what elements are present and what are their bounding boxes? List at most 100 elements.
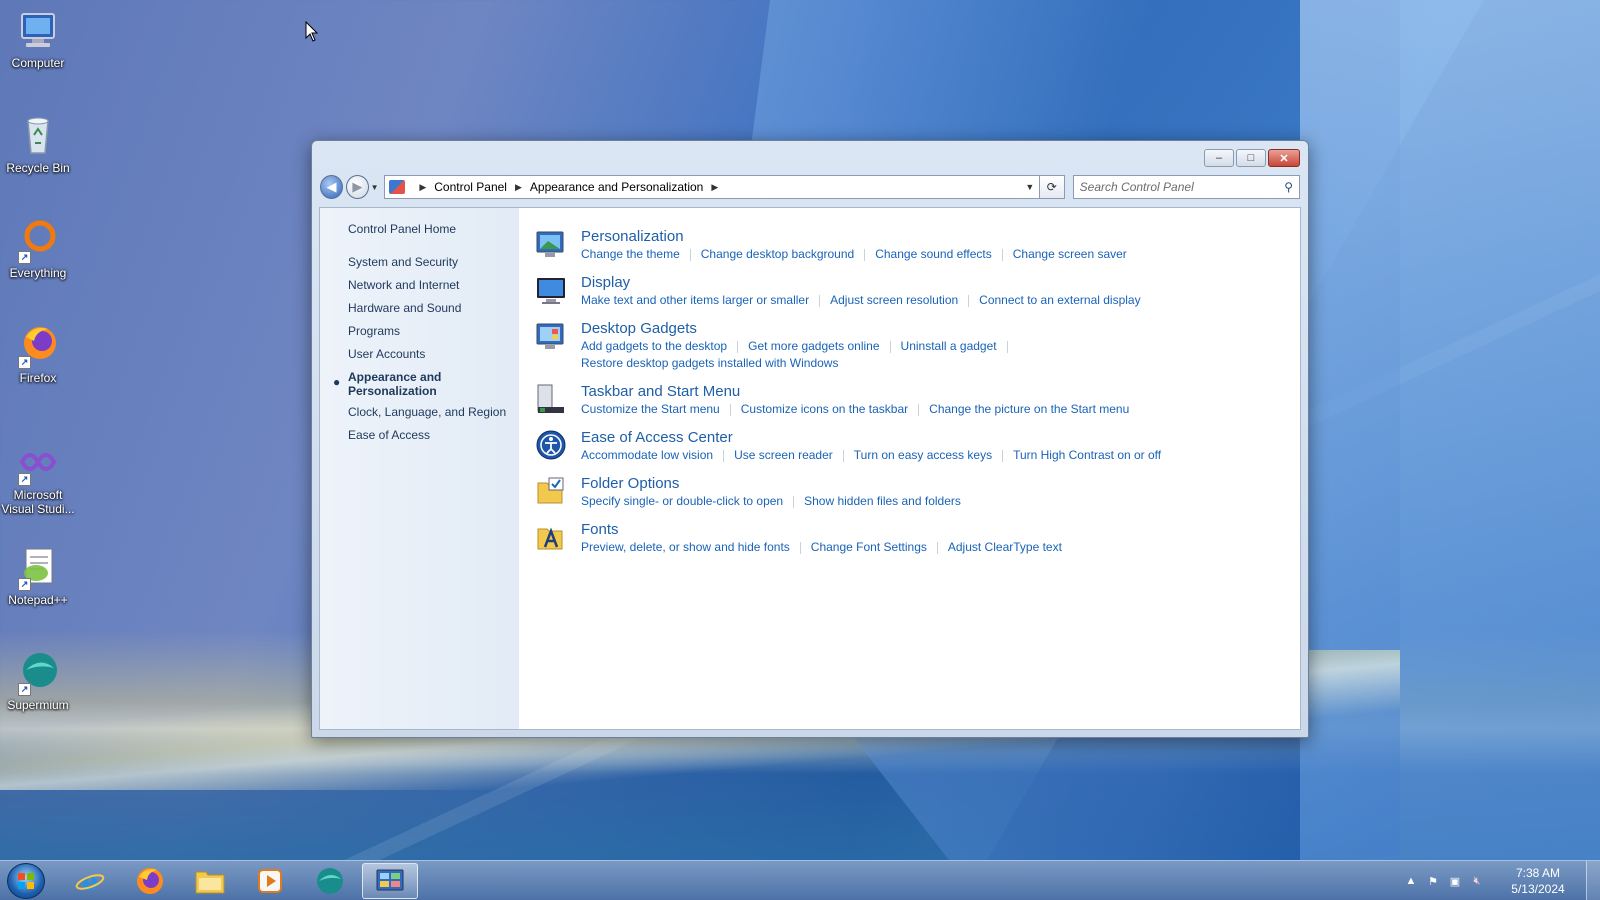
navigation-bar: ◀ ▶ ▼ ▶ Control Panel ▶ Appearance and P… xyxy=(320,173,1300,201)
link-connect-external-display[interactable]: Connect to an external display xyxy=(979,293,1140,307)
fonts-title-link[interactable]: Fonts xyxy=(581,521,619,538)
notepad-plus-plus-icon: ↗ xyxy=(16,545,60,591)
desktop-icon-label: Recycle Bin xyxy=(6,161,70,175)
sidebar-item-programs[interactable]: Programs xyxy=(348,324,400,338)
display-title-link[interactable]: Display xyxy=(581,274,630,291)
start-button[interactable] xyxy=(7,863,45,899)
sidebar-item-system-security[interactable]: System and Security xyxy=(348,255,458,269)
address-bar[interactable]: ▶ Control Panel ▶ Appearance and Persona… xyxy=(384,175,1040,199)
link-uninstall-gadget[interactable]: Uninstall a gadget xyxy=(901,339,997,353)
control-panel-icon xyxy=(389,180,406,194)
show-desktop-button[interactable] xyxy=(1586,861,1600,900)
visual-studio-icon: ↗ xyxy=(16,440,60,486)
breadcrumb-chevron-icon[interactable]: ▶ xyxy=(515,182,522,193)
link-customize-taskbar-icons[interactable]: Customize icons on the taskbar xyxy=(741,402,908,416)
taskbar-file-explorer[interactable] xyxy=(182,863,238,899)
clock[interactable]: 7:38 AM 5/13/2024 xyxy=(1494,865,1582,897)
search-input[interactable] xyxy=(1079,180,1285,194)
link-change-desktop-background[interactable]: Change desktop background xyxy=(701,247,854,261)
everything-icon: ↗ xyxy=(16,218,60,264)
forward-button[interactable]: ▶ xyxy=(345,175,369,199)
breadcrumb-appearance-personalization[interactable]: Appearance and Personalization xyxy=(530,180,703,194)
display-links: Make text and other items larger or smal… xyxy=(581,293,1141,307)
recent-pages-dropdown[interactable]: ▼ xyxy=(369,183,380,192)
breadcrumb-chevron-icon[interactable]: ▶ xyxy=(419,182,426,193)
sidebar-item-network-internet[interactable]: Network and Internet xyxy=(348,278,459,292)
link-change-start-menu-picture[interactable]: Change the picture on the Start menu xyxy=(929,402,1129,416)
link-change-screen-saver[interactable]: Change screen saver xyxy=(1013,247,1127,261)
taskbar-icon[interactable] xyxy=(535,383,567,415)
personalization-icon[interactable] xyxy=(535,228,567,260)
desktop-gadgets-title-link[interactable]: Desktop Gadgets xyxy=(581,320,697,337)
link-customize-start-menu[interactable]: Customize the Start menu xyxy=(581,402,720,416)
link-turn-on-easy-access-keys[interactable]: Turn on easy access keys xyxy=(854,448,992,462)
taskbar: e ▲ ⚑ ▣ 🔇︎ 7:38 AM 5/13/2024 xyxy=(0,860,1600,900)
folder-options-icon[interactable] xyxy=(535,475,567,507)
svg-text:e: e xyxy=(82,867,99,896)
desktop-icon-supermium[interactable]: ↗ Supermium xyxy=(0,650,76,712)
taskbar-supermium[interactable] xyxy=(302,863,358,899)
link-add-gadgets[interactable]: Add gadgets to the desktop xyxy=(581,339,727,353)
breadcrumb-chevron-icon[interactable]: ▶ xyxy=(711,182,718,193)
close-button[interactable]: ✕ xyxy=(1268,149,1300,167)
refresh-button[interactable]: ⟳ xyxy=(1039,175,1065,199)
main-pane: Personalization Change the theme Change d… xyxy=(519,208,1300,729)
link-turn-high-contrast[interactable]: Turn High Contrast on or off xyxy=(1013,448,1161,462)
desktop-icon-everything[interactable]: ↗ Everything xyxy=(0,218,76,280)
current-category-bullet-icon: ● xyxy=(333,375,341,389)
show-hidden-icons-chevron-icon[interactable]: ▲ xyxy=(1400,875,1422,887)
desktop-icon-label: Computer xyxy=(11,56,65,70)
link-adjust-cleartype[interactable]: Adjust ClearType text xyxy=(948,540,1062,554)
link-change-font-settings[interactable]: Change Font Settings xyxy=(811,540,927,554)
desktop-icon-firefox[interactable]: ↗ Firefox xyxy=(0,323,76,385)
link-use-screen-reader[interactable]: Use screen reader xyxy=(734,448,833,462)
task-pane: Control Panel Home System and Security N… xyxy=(320,208,519,729)
sidebar-item-clock-language-region[interactable]: Clock, Language, and Region xyxy=(348,405,506,419)
sidebar-item-hardware-sound[interactable]: Hardware and Sound xyxy=(348,301,461,315)
volume-muted-icon[interactable]: 🔇︎ xyxy=(1466,875,1488,888)
link-change-sound-effects[interactable]: Change sound effects xyxy=(875,247,992,261)
internet-explorer-icon: e xyxy=(75,867,105,896)
minimize-button[interactable]: – xyxy=(1204,149,1234,167)
link-single-double-click[interactable]: Specify single- or double-click to open xyxy=(581,494,783,508)
taskbar-media-player[interactable] xyxy=(242,863,298,899)
desktop-icon-notepad-plus-plus[interactable]: ↗ Notepad++ xyxy=(0,545,76,607)
search-box[interactable]: ⚲ xyxy=(1072,175,1300,199)
desktop-icon-computer[interactable]: Computer xyxy=(0,8,76,70)
link-restore-desktop-gadgets[interactable]: Restore desktop gadgets installed with W… xyxy=(581,356,838,370)
control-panel-window: – □ ✕ ◀ ▶ ▼ ▶ Control Panel ▶ Appearance… xyxy=(311,140,1309,738)
action-center-flag-icon[interactable]: ⚑ xyxy=(1422,875,1444,888)
window-content: Control Panel Home System and Security N… xyxy=(319,207,1301,730)
control-panel-home-link[interactable]: Control Panel Home xyxy=(348,222,456,236)
taskbar-internet-explorer[interactable]: e xyxy=(62,863,118,899)
desktop-icon-label: Firefox xyxy=(19,371,57,385)
link-make-text-larger[interactable]: Make text and other items larger or smal… xyxy=(581,293,809,307)
desktop-gadgets-icon[interactable] xyxy=(535,320,567,352)
address-history-dropdown-icon[interactable]: ▼ xyxy=(1021,182,1039,192)
sidebar-item-ease-of-access[interactable]: Ease of Access xyxy=(348,428,430,442)
fonts-icon[interactable] xyxy=(535,521,567,553)
computer-icon xyxy=(16,8,60,52)
sidebar-item-user-accounts[interactable]: User Accounts xyxy=(348,347,425,361)
link-accommodate-low-vision[interactable]: Accommodate low vision xyxy=(581,448,713,462)
maximize-button[interactable]: □ xyxy=(1236,149,1266,167)
ease-of-access-center-title-link[interactable]: Ease of Access Center xyxy=(581,429,733,446)
ease-of-access-icon[interactable] xyxy=(535,429,567,461)
folder-options-title-link[interactable]: Folder Options xyxy=(581,475,679,492)
link-preview-delete-fonts[interactable]: Preview, delete, or show and hide fonts xyxy=(581,540,790,554)
link-change-theme[interactable]: Change the theme xyxy=(581,247,680,261)
breadcrumb-control-panel[interactable]: Control Panel xyxy=(434,180,507,194)
network-icon[interactable]: ▣ xyxy=(1444,875,1466,888)
taskbar-firefox[interactable] xyxy=(122,863,178,899)
display-icon[interactable] xyxy=(535,274,567,306)
taskbar-start-menu-title-link[interactable]: Taskbar and Start Menu xyxy=(581,383,740,400)
desktop-icon-recycle-bin[interactable]: Recycle Bin xyxy=(0,113,76,175)
desktop-icon-visual-studio[interactable]: ↗ Microsoft Visual Studi... xyxy=(0,440,76,516)
personalization-title-link[interactable]: Personalization xyxy=(581,228,684,245)
link-show-hidden-files[interactable]: Show hidden files and folders xyxy=(804,494,961,508)
back-button[interactable]: ◀ xyxy=(320,175,343,199)
link-get-more-gadgets[interactable]: Get more gadgets online xyxy=(748,339,879,353)
link-adjust-screen-resolution[interactable]: Adjust screen resolution xyxy=(830,293,958,307)
search-icon[interactable]: ⚲ xyxy=(1284,180,1293,194)
taskbar-control-panel[interactable] xyxy=(362,863,418,899)
